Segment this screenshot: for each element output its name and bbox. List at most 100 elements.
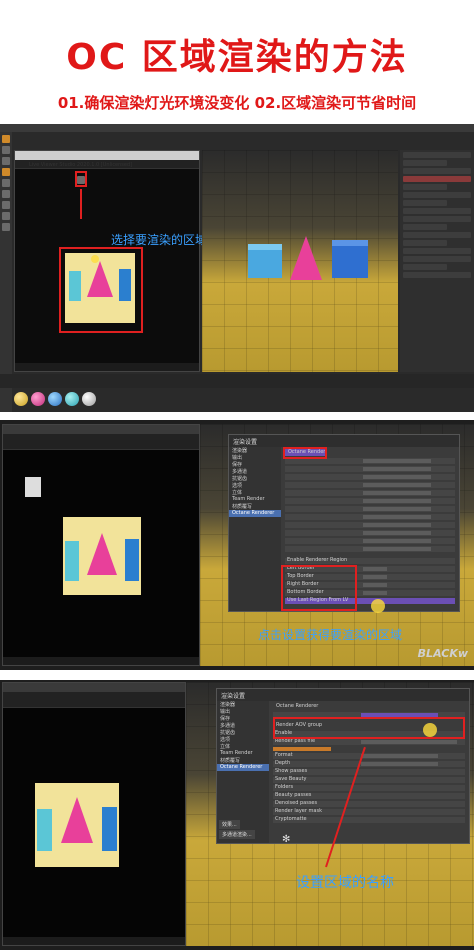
tool-icon[interactable] [2,168,10,176]
nav-item[interactable]: Team Render [229,496,281,503]
row-value[interactable] [363,499,432,503]
row-value[interactable] [363,547,432,551]
cube-left [37,809,52,851]
nav-item[interactable]: 选项 [229,482,281,489]
row-label: Cryptomatte [275,816,307,822]
settings-row [285,522,455,528]
region-render-icon[interactable] [77,176,85,184]
nav-item[interactable]: 立体 [229,489,281,496]
nav-item[interactable]: 多通道 [229,468,281,475]
tool-icon[interactable] [2,146,10,154]
tool-icon[interactable] [2,157,10,165]
settings-nav: 渲染器 输出 保存 多通道 抗锯齿 选项 立体 Team Render 材质覆写… [229,447,281,611]
panel-row [403,240,448,246]
effect-button[interactable]: 效果... [219,820,240,829]
row-value[interactable] [363,491,432,495]
cube-left [65,541,79,581]
live-viewer-window [2,424,200,666]
settings-row [273,747,331,751]
row-value[interactable] [363,515,432,519]
menu-bar [0,124,474,132]
row-label: Denoised passes [275,800,318,806]
tool-icon[interactable] [2,201,10,209]
gear-icon[interactable]: ✻ [282,834,290,845]
panel-row [403,256,471,262]
row-value[interactable] [363,539,432,543]
settings-row: Denoised passes [273,800,465,807]
nav-item[interactable]: 渲染器 [217,701,269,708]
settings-annotation: 点击设置获得要渲染的区域 [258,628,403,642]
tool-icon[interactable] [2,223,10,231]
screenshot-panel-3: 渲染设置 渲染器 输出 保存 多通道 抗锯齿 选项 立体 Team Render… [0,680,474,950]
name-annotation: 设置区域的名称 [296,875,394,891]
row-value[interactable] [361,754,439,758]
row-value[interactable] [361,762,439,766]
settings-row [285,498,455,504]
settings-row [285,466,455,472]
settings-row: Format [273,752,465,759]
material-swatch[interactable] [48,392,62,406]
window-titlebar: Live Viewer Studio 2020.1.0 [Unlicensed] [15,151,199,168]
nav-item[interactable]: 保存 [229,461,281,468]
renderer-label: Octane Renderer [276,703,319,709]
nav-item[interactable]: 抗锯齿 [217,729,269,736]
panel-row [403,184,448,190]
timeline[interactable] [0,374,474,388]
row-value[interactable] [363,591,387,595]
tool-icon[interactable] [2,190,10,198]
row-value[interactable] [363,475,432,479]
row-value[interactable] [363,467,432,471]
nav-item[interactable]: 立体 [217,743,269,750]
material-swatch[interactable] [82,392,96,406]
nav-item[interactable]: 多通道 [217,722,269,729]
settings-row [285,530,455,536]
panel-row [403,248,471,254]
tool-icon[interactable] [2,179,10,187]
row-value[interactable] [363,567,387,571]
row-label: Render layer mask [275,808,322,814]
settings-row: Folders [273,784,465,791]
row-value[interactable] [363,459,432,463]
nav-item[interactable]: 保存 [217,715,269,722]
material-swatch[interactable] [65,392,79,406]
nav-item[interactable]: 材质覆写 [229,503,281,510]
file-path-field[interactable] [361,740,458,744]
render-settings-dialog: 渲染设置 渲染器 输出 保存 多通道 抗锯齿 选项 立体 Team Render… [216,688,470,844]
mouse-cursor [371,599,385,613]
3d-viewport[interactable] [202,150,398,372]
nav-item-octane[interactable]: Octane Renderer [229,510,281,517]
dialog-title: 渲染设置 [229,435,459,447]
selected-region-box [59,247,143,333]
nav-item[interactable]: 输出 [217,708,269,715]
nav-item[interactable]: 材质覆写 [217,757,269,764]
cube-right [125,539,139,581]
row-value[interactable] [363,507,432,511]
nav-item[interactable]: 渲染器 [229,447,281,454]
viewport-cube-left [248,244,282,278]
row-value[interactable] [363,531,432,535]
material-swatch[interactable] [14,392,28,406]
multipass-button[interactable]: 多通道渲染... [219,830,255,839]
settings-row: Save Beauty [273,776,465,783]
row-value[interactable] [363,483,432,487]
settings-row: Render layer mask [273,808,465,815]
tool-icon[interactable] [2,212,10,220]
row-value[interactable] [363,575,387,579]
row-label: Show passes [275,768,308,774]
tool-icon[interactable] [2,135,10,143]
panel-row [403,208,471,214]
thumbnail [25,477,41,497]
nav-item-octane[interactable]: Octane Renderer [217,764,269,771]
row-value[interactable] [363,523,432,527]
viewer-toolbar [3,692,185,708]
render-preview [35,783,119,867]
nav-item[interactable]: 抗锯齿 [229,475,281,482]
settings-row [285,482,455,488]
viewer-status-bar [3,937,185,945]
nav-item[interactable]: 选项 [217,736,269,743]
row-value[interactable] [363,583,387,587]
nav-item[interactable]: 输出 [229,454,281,461]
settings-row [285,538,455,544]
nav-item[interactable]: Team Render [217,750,269,757]
material-swatch[interactable] [31,392,45,406]
